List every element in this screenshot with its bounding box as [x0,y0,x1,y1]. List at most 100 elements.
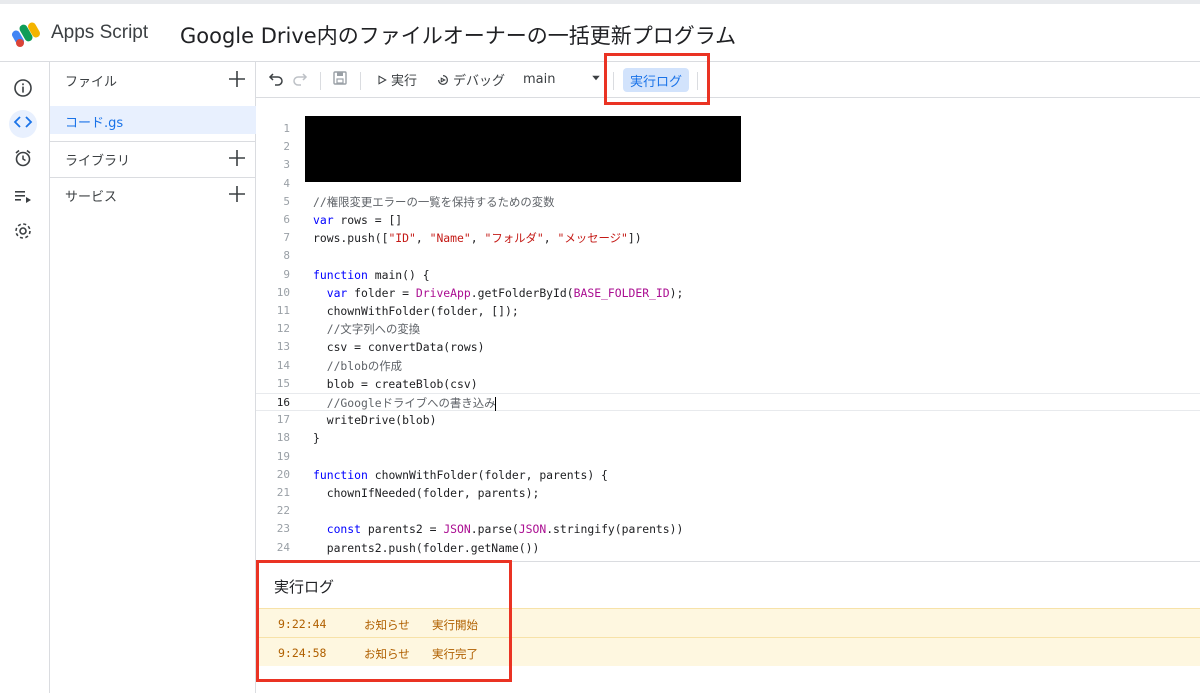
line-number: 22 [276,504,290,518]
code-line[interactable]: 4 [256,175,1200,193]
app-name[interactable]: Apps Script [51,22,148,44]
settings-button[interactable] [9,219,37,247]
code-text: csv = convertData(rows) [313,340,485,355]
code-text: //文字列への変換 [313,322,421,337]
files-panel: ファイル コード.gs ライブラリ サービス [50,62,256,693]
project-title[interactable]: Google Drive内のファイルオーナーの一括更新プログラム [180,20,736,50]
services-header: サービス [50,177,256,213]
code-text: //権限変更エラーの一覧を保持するための変数 [313,194,555,209]
code-line[interactable]: 9 function main() { [256,266,1200,284]
play-icon [376,74,388,86]
code-line[interactable]: 23 const parents2 = JSON.parse(JSON.stri… [256,520,1200,538]
code-line[interactable]: 12 //文字列への変換 [256,320,1200,338]
line-number: 15 [276,376,290,390]
line-number: 10 [276,285,290,299]
code-text: } [313,431,320,446]
info-icon [13,78,33,102]
chevron-down-icon[interactable] [590,72,602,84]
highlight-box-run-log-panel [256,560,512,682]
line-number: 9 [283,267,290,281]
header: Apps Script Google Drive内のファイルオーナーの一括更新プ… [0,4,1200,62]
code-line[interactable]: 3 [256,156,1200,174]
line-number: 11 [276,304,290,317]
files-label: ファイル [65,74,118,90]
line-number: 17 [276,413,290,427]
line-number: 16 [276,396,290,409]
run-label: 実行 [391,74,418,89]
line-number: 5 [283,194,290,208]
file-name: コード.gs [65,116,124,131]
save-icon[interactable] [332,70,348,86]
code-icon [13,112,33,136]
code-line[interactable]: 1 [256,120,1200,138]
text-cursor [495,396,497,411]
redo-icon[interactable] [292,70,308,86]
line-number: 2 [283,140,290,154]
code-line[interactable]: 7 rows.push(["ID", "Name", "フォルダ", "メッセージ… [256,229,1200,247]
code-line[interactable]: 13 csv = convertData(rows) [256,338,1200,356]
run-button[interactable]: 実行 [376,70,417,89]
code-line[interactable]: 24 parents2.push(folder.getName()) [256,539,1200,557]
function-select-value: main [523,72,556,87]
add-file-plus-icon[interactable] [226,68,248,90]
code-text: rows.push(["ID", "Name", "フォルダ", "メッセージ"… [313,231,642,246]
code-line[interactable]: 16 //Googleドライブへの書き込み [256,393,1200,411]
divider [320,72,321,90]
add-library-plus-icon[interactable] [226,147,248,169]
function-select[interactable]: main [523,72,555,87]
code-text: const parents2 = JSON.parse(JSON.stringi… [326,522,684,537]
code-text: blob = createBlob(csv) [313,376,478,391]
left-rail [0,62,50,693]
services-label: サービス [65,189,118,205]
undo-icon[interactable] [268,70,284,86]
debug-label: デバッグ [453,74,506,89]
code-line[interactable]: 2 [256,138,1200,156]
line-number: 21 [276,486,290,499]
apps-script-window: Apps Script Google Drive内のファイルオーナーの一括更新プ… [0,0,1200,693]
line-number: 4 [283,176,290,190]
line-number: 24 [276,540,290,554]
debug-button[interactable]: デバッグ [436,70,505,89]
editor-toolbar: 実行 デバッグ main 実行ログ [256,62,1200,98]
code-line[interactable]: 19 [256,448,1200,466]
file-item-code-gs[interactable]: コード.gs [50,106,256,134]
line-number: 1 [283,122,290,135]
line-number: 13 [276,340,290,354]
executions-icon [13,186,33,210]
code-line[interactable]: 10 var folder = DriveApp.getFolderById(B… [256,284,1200,302]
code-line[interactable]: 14 //blobの作成 [256,357,1200,375]
code-text: //blobの作成 [313,358,403,373]
apps-script-logo-icon[interactable] [12,20,44,48]
code-line[interactable]: 15 blob = createBlob(csv) [256,375,1200,393]
executions-button[interactable] [9,184,37,212]
code-text: chownWithFolder(folder, []); [313,304,519,318]
code-text: chownIfNeeded(folder, parents); [313,486,540,500]
line-number: 18 [276,431,290,445]
code-editor[interactable]: 1 2 3 4 5//権限変更エラーの一覧を保持するための変数 6 var rows = [… [256,98,1200,561]
code-line[interactable]: 21 chownIfNeeded(folder, parents); [256,484,1200,502]
line-number: 8 [283,249,290,263]
code-text: var folder = DriveApp.getFolderById(BASE… [326,285,684,300]
code-line[interactable]: 20 function chownWithFolder(folder, paren… [256,466,1200,484]
highlight-box-run-log-button [604,53,710,105]
code-text: //Googleドライブへの書き込み [313,396,497,411]
code-line[interactable]: 17 writeDrive(blob) [256,411,1200,429]
code-line[interactable]: 22 [256,502,1200,520]
code-line[interactable]: 5 //権限変更エラーの一覧を保持するための変数 [256,193,1200,211]
settings-icon [13,221,33,245]
line-number: 3 [283,158,290,172]
triggers-button[interactable] [9,146,37,174]
line-number: 23 [276,522,290,536]
line-number: 20 [276,467,290,481]
line-number: 19 [276,449,290,463]
libraries-label: ライブラリ [65,153,131,169]
editor-button[interactable] [9,110,37,138]
code-line[interactable]: 8 [256,247,1200,265]
add-service-plus-icon[interactable] [226,183,248,205]
overview-button[interactable] [9,76,37,104]
code-line[interactable]: 11 chownWithFolder(folder, []); [256,302,1200,320]
line-number: 6 [283,213,290,226]
code-line[interactable]: 6 var rows = [] [256,211,1200,229]
code-line[interactable]: 18} [256,429,1200,447]
code-text: writeDrive(blob) [313,413,437,428]
